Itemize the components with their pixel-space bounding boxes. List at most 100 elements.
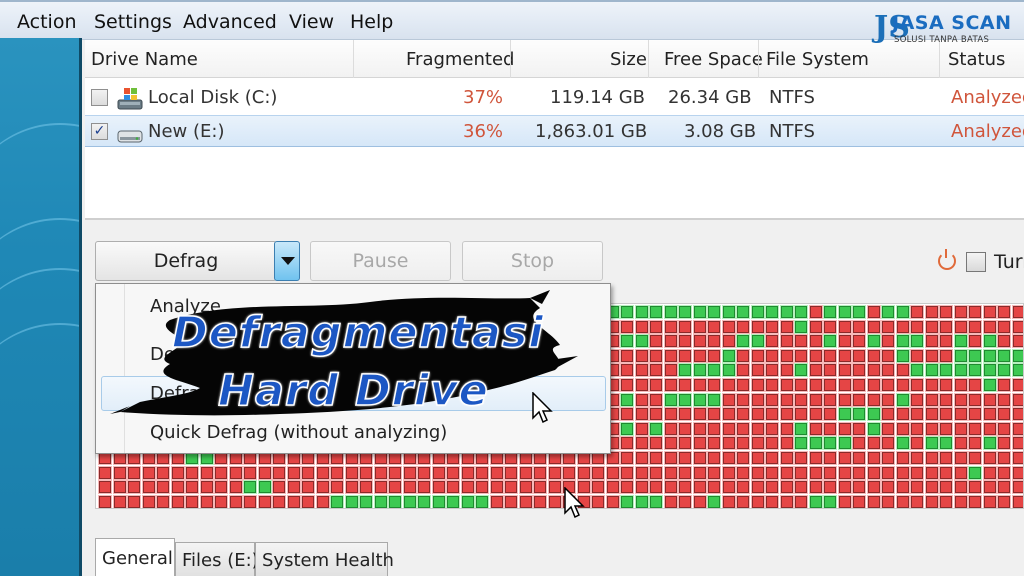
cluster-block-fragmented	[766, 466, 778, 479]
cluster-block-fragmented	[708, 320, 720, 333]
column-drive-name[interactable]: Drive Name	[91, 49, 198, 70]
cluster-block-fragmented	[490, 495, 503, 508]
column-status[interactable]: Status	[948, 49, 1005, 70]
banner-line-1: Defragmentasi	[171, 307, 545, 359]
cluster-block-fragmented	[563, 466, 575, 479]
cluster-block-fragmented	[534, 481, 546, 494]
cluster-block-fragmented	[838, 349, 851, 362]
cluster-block-fragmented	[664, 466, 677, 479]
tab-general[interactable]: General	[95, 538, 175, 576]
cluster-block-fragmented	[809, 452, 822, 464]
cluster-block-fragmented	[809, 379, 822, 391]
column-divider	[353, 40, 354, 78]
cluster-block-fragmented	[650, 452, 662, 464]
drive-status: Analyzed	[951, 87, 1024, 108]
cluster-block-fragmented	[722, 408, 735, 421]
defrag-button[interactable]: Defrag	[95, 241, 277, 281]
cluster-block-fragmented	[911, 408, 923, 421]
cluster-block-fragmented	[621, 408, 633, 421]
cluster-block-fragmented	[186, 481, 198, 494]
shutdown-checkbox[interactable]	[966, 252, 986, 272]
cluster-block-fragmented	[737, 452, 749, 464]
cluster-block-fragmented	[983, 495, 996, 508]
cluster-block-fragmented	[751, 364, 764, 377]
menu-advanced[interactable]: Advanced	[183, 11, 277, 33]
cluster-block-ok	[650, 422, 662, 435]
cluster-block-fragmented	[679, 466, 691, 479]
drive-checkbox[interactable]: ✓	[91, 123, 108, 140]
cluster-block-fragmented	[708, 349, 720, 362]
cluster-block-fragmented	[751, 422, 764, 435]
chevron-down-icon	[281, 257, 295, 265]
cluster-block-fragmented	[650, 393, 662, 406]
cluster-block-fragmented	[998, 495, 1010, 508]
cluster-block-fragmented	[1012, 495, 1023, 508]
tab-files[interactable]: Files (E:)	[175, 542, 259, 576]
cluster-block-fragmented	[969, 452, 981, 464]
drive-file-system: NTFS	[769, 121, 815, 142]
cluster-block-ok	[911, 364, 923, 377]
pause-button[interactable]: Pause	[310, 241, 451, 281]
cluster-block-ok	[650, 495, 662, 508]
cluster-block-fragmented	[693, 466, 706, 479]
cluster-block-fragmented	[795, 466, 807, 479]
cluster-block-ok	[722, 364, 735, 377]
cluster-block-fragmented	[737, 437, 749, 450]
tab-system-health[interactable]: System Health	[255, 542, 394, 576]
cluster-block-fragmented	[650, 335, 662, 348]
drive-row-c[interactable]: Local Disk (C:) 37% 119.14 GB 26.34 GB N…	[85, 82, 1024, 114]
cluster-block-fragmented	[273, 481, 285, 494]
cluster-block-fragmented	[925, 335, 938, 348]
defrag-dropdown-button[interactable]	[274, 241, 300, 281]
cluster-block-fragmented	[824, 466, 836, 479]
menu-action[interactable]: Action	[17, 11, 77, 33]
stop-button[interactable]: Stop	[462, 241, 603, 281]
cluster-block-fragmented	[954, 466, 967, 479]
cluster-block-fragmented	[751, 452, 764, 464]
cluster-block-fragmented	[780, 408, 793, 421]
cluster-block-fragmented	[650, 437, 662, 450]
cluster-block-fragmented	[316, 481, 329, 494]
cluster-block-fragmented	[867, 393, 880, 406]
cluster-block-ok	[708, 306, 720, 318]
cluster-block-fragmented	[403, 481, 416, 494]
cluster-block-fragmented	[693, 422, 706, 435]
cluster-block-fragmented	[505, 481, 517, 494]
column-fragmented[interactable]: Fragmented	[406, 49, 514, 70]
cluster-block-fragmented	[693, 437, 706, 450]
cluster-block-fragmented	[795, 335, 807, 348]
cluster-block-fragmented	[983, 466, 996, 479]
drive-row-e[interactable]: ✓ New (E:) 36% 1,863.01 GB 3.08 GB NTFS …	[85, 115, 1024, 147]
column-free-space[interactable]: Free Space	[664, 49, 763, 70]
menu-settings[interactable]: Settings	[94, 11, 172, 33]
windows-drive-icon	[117, 88, 143, 110]
cluster-block-fragmented	[664, 379, 677, 391]
cluster-block-fragmented	[635, 422, 648, 435]
cluster-block-fragmented	[345, 466, 358, 479]
column-file-system[interactable]: File System	[766, 49, 869, 70]
menu-help[interactable]: Help	[350, 11, 393, 33]
cluster-block-fragmented	[273, 495, 285, 508]
cluster-block-ok	[751, 335, 764, 348]
cluster-block-fragmented	[737, 495, 749, 508]
cluster-block-fragmented	[940, 466, 952, 479]
cluster-block-fragmented	[287, 466, 300, 479]
cluster-block-fragmented	[940, 495, 952, 508]
drive-checkbox[interactable]	[91, 89, 108, 106]
column-size[interactable]: Size	[610, 49, 647, 70]
cluster-block-fragmented	[751, 481, 764, 494]
cluster-block-ok	[766, 306, 778, 318]
cluster-block-ok	[795, 306, 807, 318]
cluster-block-fragmented	[287, 495, 300, 508]
cluster-block-fragmented	[1012, 422, 1023, 435]
cluster-block-fragmented	[302, 481, 314, 494]
cluster-block-fragmented	[519, 495, 532, 508]
cluster-block-fragmented	[809, 466, 822, 479]
cluster-block-fragmented	[693, 335, 706, 348]
menu-view[interactable]: View	[289, 11, 334, 33]
cluster-block-fragmented	[1012, 335, 1023, 348]
cluster-block-ok	[838, 306, 851, 318]
cluster-block-ok	[795, 422, 807, 435]
column-divider	[648, 40, 649, 78]
cluster-block-fragmented	[99, 481, 111, 494]
